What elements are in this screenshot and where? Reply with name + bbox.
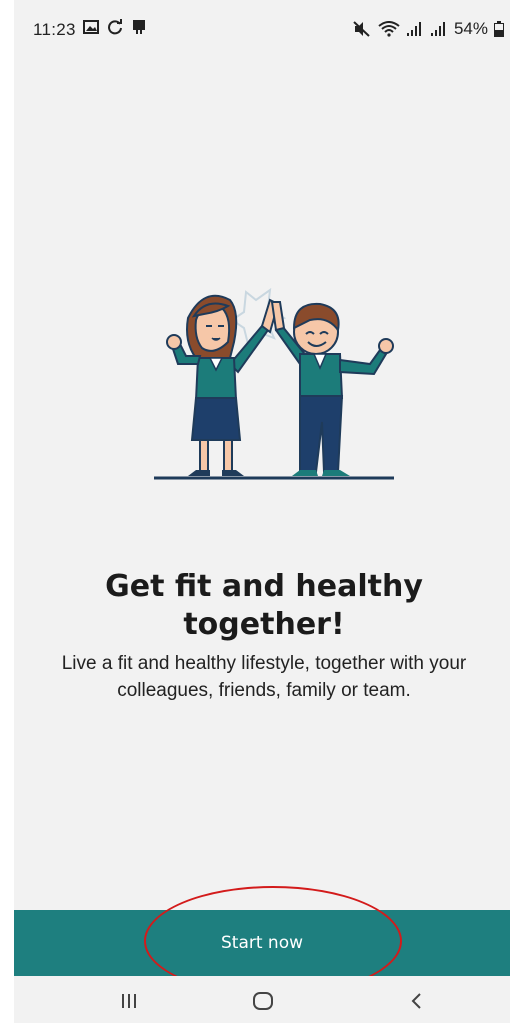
status-left-icons [83,19,147,35]
onboarding-subtitle: Live a fit and healthy lifestyle, togeth… [61,653,467,701]
onboarding-title: Get fit and healthy together! [105,569,423,642]
clipboard-icon [131,19,147,35]
battery-icon [494,21,504,37]
system-nav-bar [14,976,510,1023]
high-five-illustration [144,272,404,492]
status-bar: 11:23 54% [14,0,510,62]
sync-icon [107,19,123,35]
mute-icon [352,21,372,37]
app-screen: 11:23 54% Get fit and healthy together! … [14,0,510,1023]
recent-apps-icon[interactable] [104,986,154,1016]
battery-percent: 54% [453,19,488,38]
back-icon[interactable] [392,986,442,1016]
signal-icon [430,21,448,37]
status-right: 54% [352,19,504,39]
home-icon[interactable] [238,986,288,1016]
woman-figure [166,294,280,476]
signal-icon [406,21,424,37]
start-now-button[interactable]: Start now [14,910,510,976]
status-time: 11:23 [33,20,76,39]
start-now-label: Start now [220,933,303,953]
wifi-icon [378,21,400,37]
image-icon [83,20,99,34]
man-figure [270,301,394,476]
